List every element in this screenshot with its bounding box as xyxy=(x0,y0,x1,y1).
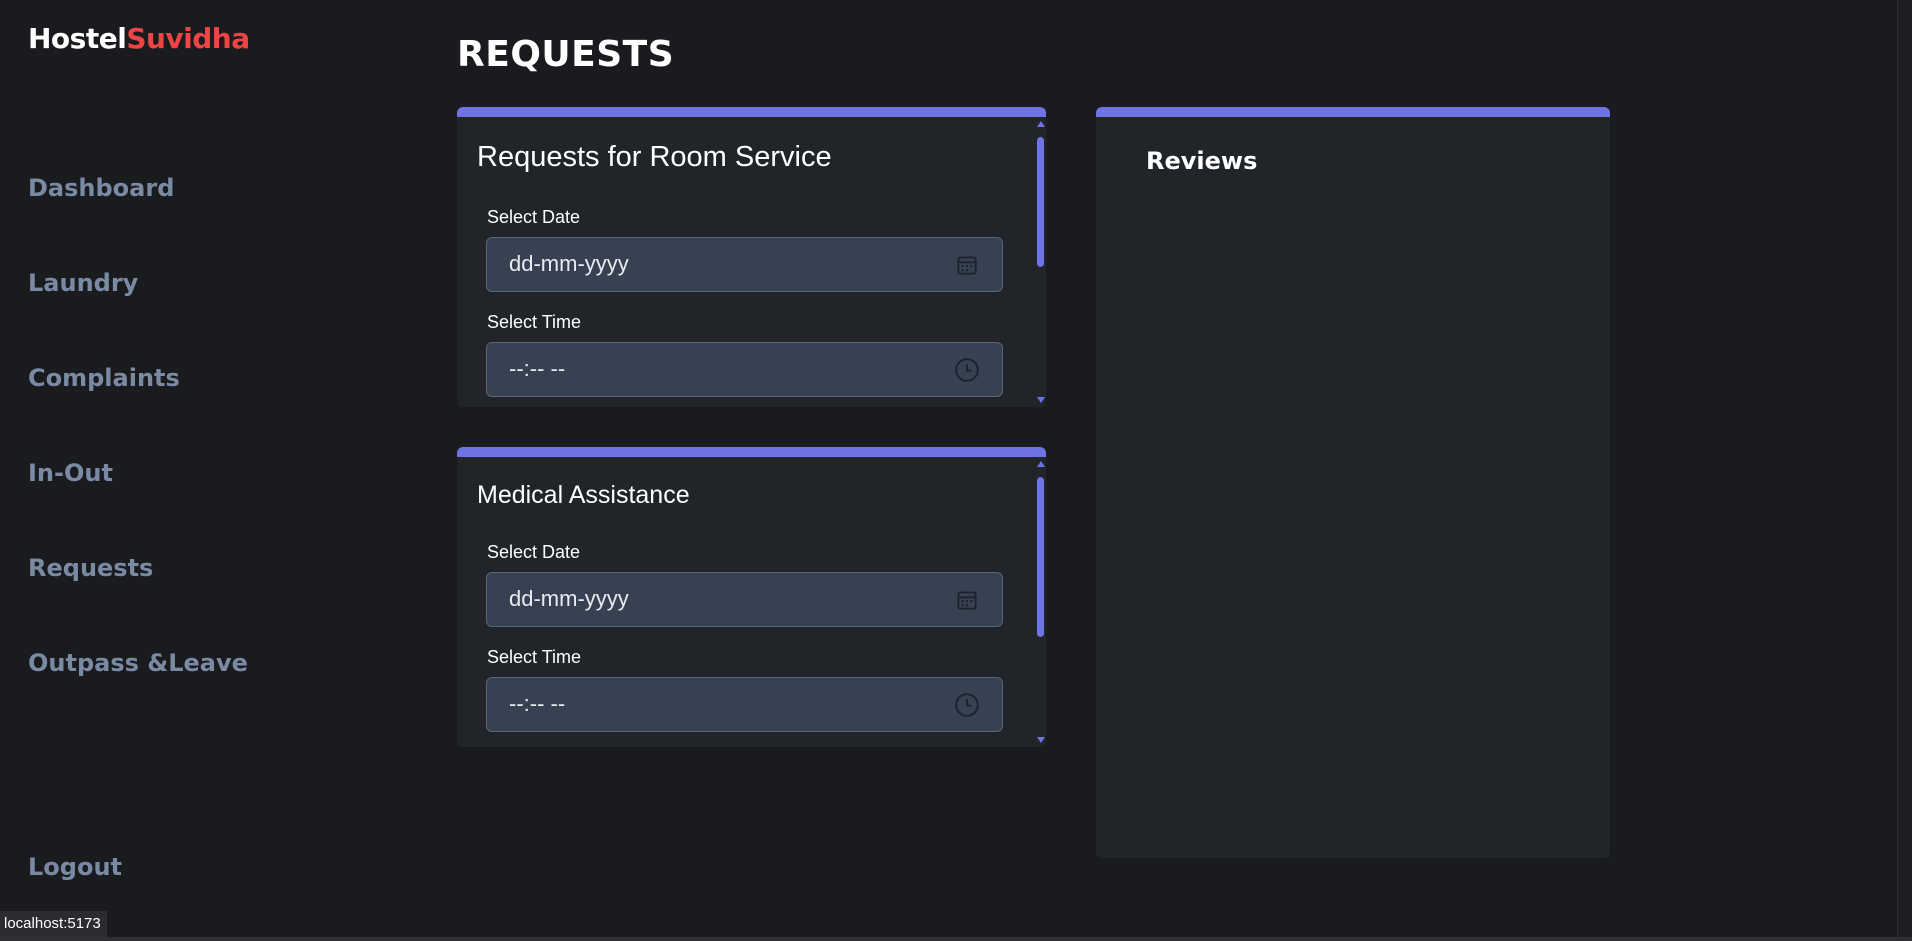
page-title: REQUESTS xyxy=(457,34,675,75)
brand-name-part1: Hostel xyxy=(28,22,127,55)
clock-icon[interactable] xyxy=(954,692,980,718)
scroll-up-arrow-icon[interactable] xyxy=(1037,461,1045,467)
bottom-divider xyxy=(0,937,1912,941)
medical-date-input[interactable]: dd-mm-yyyy xyxy=(486,572,1003,627)
scroll-thumb[interactable] xyxy=(1037,477,1044,637)
room-service-time-label: Select Time xyxy=(487,312,582,332)
medical-time-input[interactable]: --:-- -- xyxy=(486,677,1003,732)
sidebar-item-laundry[interactable]: Laundry xyxy=(28,269,138,297)
room-service-card: Requests for Room Service Select Date dd… xyxy=(457,107,1046,407)
sidebar-item-complaints[interactable]: Complaints xyxy=(28,364,180,392)
room-service-date-value: dd-mm-yyyy xyxy=(509,251,629,276)
scroll-thumb[interactable] xyxy=(1037,137,1044,267)
sidebar-item-requests[interactable]: Requests xyxy=(28,554,153,582)
sidebar-item-outpass-leave[interactable]: Outpass &Leave xyxy=(28,649,248,677)
page-scrollbar[interactable] xyxy=(1897,0,1912,941)
scroll-down-arrow-icon[interactable] xyxy=(1037,397,1045,403)
calendar-icon[interactable] xyxy=(954,252,980,278)
brand-name-part2: Suvidha xyxy=(126,22,250,55)
calendar-icon[interactable] xyxy=(954,587,980,613)
room-service-date-input[interactable]: dd-mm-yyyy xyxy=(486,237,1003,292)
medical-scrollbar[interactable] xyxy=(1034,457,1046,747)
app-page: HostelSuvidha Dashboard Laundry Complain… xyxy=(0,0,1912,941)
medical-time-label: Select Time xyxy=(487,647,582,667)
medical-assistance-title: Medical Assistance xyxy=(477,481,690,509)
brand-logo[interactable]: HostelSuvidha xyxy=(28,22,250,55)
sidebar-item-dashboard[interactable]: Dashboard xyxy=(28,174,174,202)
room-service-time-value: --:-- -- xyxy=(509,356,566,381)
room-service-scrollbar[interactable] xyxy=(1034,117,1046,407)
sidebar-item-in-out[interactable]: In-Out xyxy=(28,459,113,487)
medical-date-label: Select Date xyxy=(487,542,581,562)
room-service-time-input[interactable]: --:-- -- xyxy=(486,342,1003,397)
scroll-up-arrow-icon[interactable] xyxy=(1037,121,1045,127)
clock-icon[interactable] xyxy=(954,357,980,383)
status-bar-url: localhost:5173 xyxy=(0,911,107,937)
medical-assistance-card: Medical Assistance Select Date dd-mm-yyy… xyxy=(457,447,1046,747)
room-service-title: Requests for Room Service xyxy=(477,141,832,173)
room-service-date-label: Select Date xyxy=(487,207,581,227)
scroll-down-arrow-icon[interactable] xyxy=(1037,737,1045,743)
reviews-card: Reviews xyxy=(1096,107,1610,858)
logout-button[interactable]: Logout xyxy=(28,853,122,881)
medical-time-value: --:-- -- xyxy=(509,691,566,716)
reviews-title: Reviews xyxy=(1146,147,1258,175)
medical-date-value: dd-mm-yyyy xyxy=(509,586,629,611)
